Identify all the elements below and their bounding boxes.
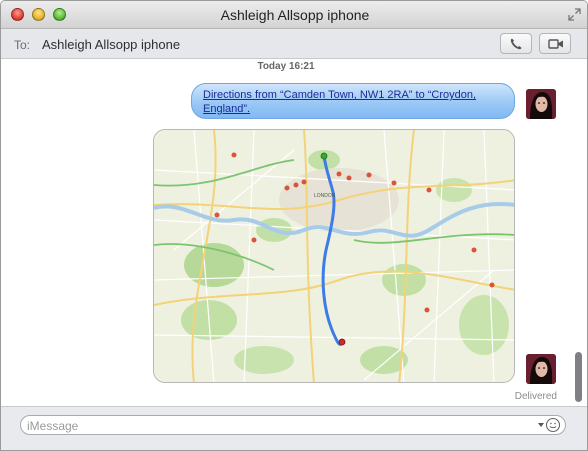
timestamp-day: Today	[257, 61, 287, 72]
fullscreen-icon[interactable]	[568, 8, 581, 21]
map-attachment[interactable]: LONDON	[153, 129, 515, 383]
route-map: LONDON	[154, 130, 514, 382]
timestamp: Today 16:21	[1, 61, 571, 72]
start-pin	[320, 152, 328, 160]
to-label: To:	[14, 38, 31, 52]
video-camera-icon	[548, 39, 563, 49]
phone-icon	[510, 38, 522, 50]
message-transcript[interactable]: Today 16:21 Directions from “Camden Town…	[1, 59, 587, 406]
scrollbar[interactable]	[574, 59, 583, 406]
timestamp-time: 16:21	[288, 61, 315, 72]
window-title: Ashleigh Allsopp iphone	[220, 7, 370, 23]
message-input-field[interactable]	[20, 415, 566, 435]
emoji-icon[interactable]	[545, 417, 561, 433]
map-place-label: LONDON	[314, 193, 336, 199]
call-button[interactable]	[500, 33, 532, 54]
message-input[interactable]	[27, 418, 527, 433]
recipient-bar: To: Ashleigh Allsopp iphone	[1, 30, 587, 59]
title-bar[interactable]: Ashleigh Allsopp iphone	[1, 1, 587, 29]
end-pin	[338, 338, 346, 346]
facetime-button[interactable]	[539, 33, 571, 54]
avatar	[526, 89, 556, 119]
scroll-thumb[interactable]	[575, 352, 582, 402]
chevron-down-icon[interactable]	[538, 423, 544, 427]
avatar	[526, 354, 556, 384]
compose-bar	[1, 406, 587, 450]
recipient-name[interactable]: Ashleigh Allsopp iphone	[42, 37, 180, 52]
message-bubble-link[interactable]: Directions from “Camden Town, NW1 2RA” t…	[191, 83, 515, 119]
messages-window: Ashleigh Allsopp iphone To: Ashleigh All…	[0, 0, 588, 451]
delivery-status: Delivered	[514, 391, 557, 402]
